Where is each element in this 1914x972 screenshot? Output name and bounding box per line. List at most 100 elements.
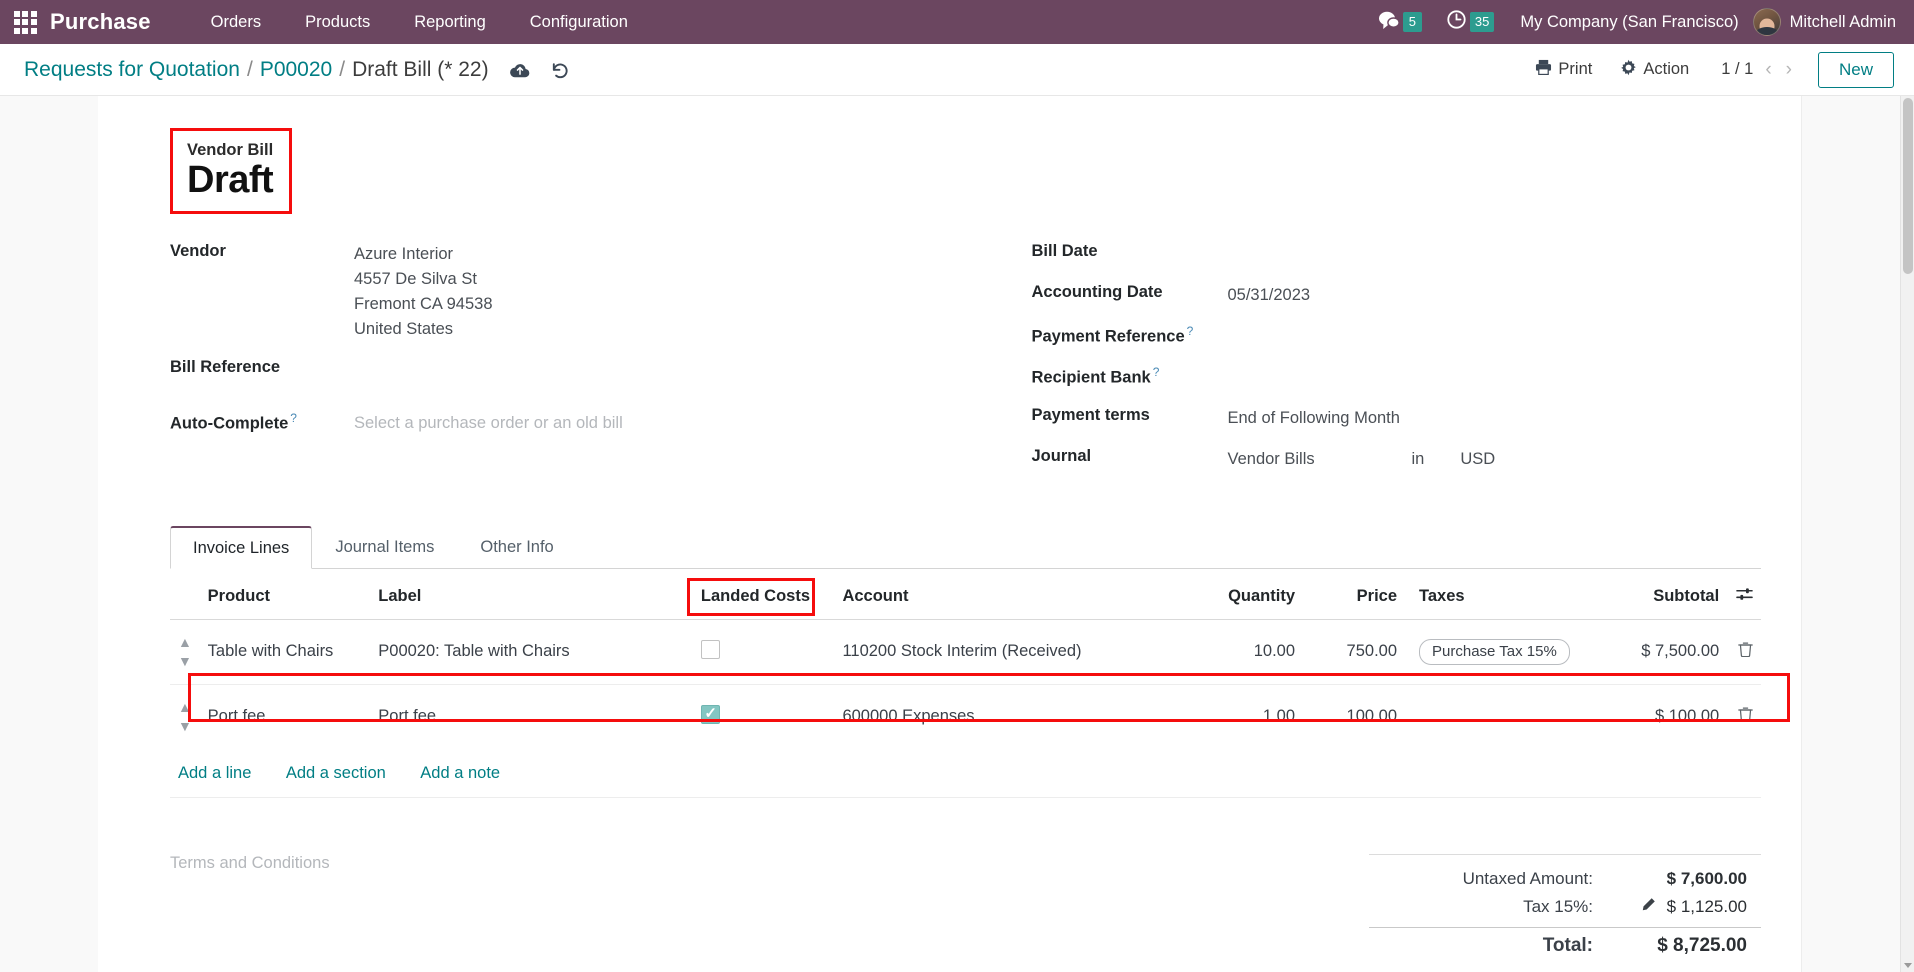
table-row[interactable]: ▲▼ Port fee Port fee 600000 Expenses 1.0… — [170, 684, 1761, 749]
menu-item-orders[interactable]: Orders — [189, 7, 283, 38]
tab-journal-items[interactable]: Journal Items — [312, 526, 457, 569]
scroll-down-arrow-icon[interactable] — [1904, 963, 1912, 968]
messages-count-badge: 5 — [1402, 12, 1422, 32]
form-column-left: Vendor Azure Interior 4557 De Silva St F… — [170, 240, 966, 486]
col-subtotal[interactable]: Subtotal — [1633, 572, 1728, 620]
payment-terms-input[interactable]: End of Following Month — [1228, 404, 1400, 432]
help-icon[interactable]: ? — [290, 411, 297, 425]
record-sheet: Vendor Bill Draft Vendor Azure Interior … — [98, 96, 1802, 972]
row-delete[interactable] — [1727, 684, 1761, 749]
field-payment-reference: Payment Reference? — [1032, 322, 1762, 363]
app-brand-purchase[interactable]: Purchase — [50, 9, 151, 35]
col-taxes[interactable]: Taxes — [1405, 572, 1634, 620]
chevron-left-icon[interactable]: ‹ — [1763, 59, 1773, 81]
row-label[interactable]: P00020: Table with Chairs — [370, 619, 693, 685]
menu-item-configuration[interactable]: Configuration — [508, 7, 650, 38]
tab-other-info[interactable]: Other Info — [457, 526, 576, 569]
new-button[interactable]: New — [1817, 51, 1894, 88]
company-switcher[interactable]: My Company (San Francisco) — [1506, 13, 1752, 32]
col-quantity[interactable]: Quantity — [1179, 572, 1304, 620]
apps-grid-icon[interactable] — [12, 9, 38, 35]
landed-costs-checkbox[interactable] — [700, 639, 720, 659]
row-product[interactable]: Port fee — [200, 684, 371, 749]
user-menu[interactable]: Mitchell Admin — [1752, 8, 1904, 36]
col-account[interactable]: Account — [834, 572, 1180, 620]
tax-tag[interactable]: Purchase Tax 15% — [1419, 638, 1570, 665]
row-price[interactable]: 750.00 — [1303, 619, 1406, 685]
col-handle — [170, 572, 200, 620]
help-icon[interactable]: ? — [1187, 324, 1194, 338]
action-button[interactable]: Action — [1606, 53, 1703, 87]
column-options-icon[interactable] — [1736, 588, 1753, 606]
trash-icon[interactable] — [1738, 642, 1753, 661]
page-background: Vendor Bill Draft Vendor Azure Interior … — [0, 96, 1914, 972]
vendor-value[interactable]: Azure Interior 4557 De Silva St Fremont … — [354, 240, 493, 342]
row-product[interactable]: Table with Chairs — [199, 619, 371, 685]
breadcrumb-parent-link[interactable]: P00020 — [260, 58, 332, 82]
activities-menu[interactable]: 35 — [1434, 9, 1506, 35]
col-label[interactable]: Label — [370, 572, 693, 620]
add-a-note-link[interactable]: Add a note — [420, 764, 500, 782]
col-product[interactable]: Product — [199, 572, 371, 620]
add-a-line-link[interactable]: Add a line — [178, 764, 251, 782]
terms-and-conditions[interactable]: Terms and Conditions — [170, 854, 1369, 961]
trash-icon[interactable] — [1738, 707, 1753, 726]
accounting-date-input[interactable]: 05/31/2023 — [1228, 281, 1311, 309]
drag-handle-icon[interactable]: ▲ ▼ — [170, 684, 200, 749]
control-panel-actions: Print Action 1 / 1 ‹ › New — [1521, 51, 1894, 88]
auto-complete-input[interactable]: Select a purchase order or an old bill — [354, 409, 623, 437]
messages-menu[interactable]: 5 — [1366, 10, 1434, 35]
col-landed-costs-text: Landed Costs — [700, 587, 811, 606]
pencil-icon[interactable] — [1641, 898, 1660, 915]
row-landed-costs[interactable] — [693, 684, 835, 749]
payment-reference-label-text: Payment Reference — [1031, 327, 1185, 346]
row-taxes[interactable] — [1405, 684, 1633, 749]
avatar — [1752, 8, 1781, 36]
tax-value: $ 1,125.00 — [1666, 896, 1747, 916]
untaxed-amount-value: $ 7,600.00 — [1666, 868, 1747, 888]
menu-item-reporting[interactable]: Reporting — [392, 7, 508, 38]
scrollbar-thumb[interactable] — [1903, 98, 1913, 274]
row-landed-costs[interactable] — [692, 619, 835, 685]
menu-item-products[interactable]: Products — [283, 7, 392, 38]
table-row[interactable]: ▲ ▼ Table with Chairs P00020: Table with … — [170, 619, 1761, 685]
chevron-right-icon[interactable]: › — [1784, 59, 1794, 81]
status-badge-label: Vendor Bill — [187, 141, 274, 159]
breadcrumb-root-link[interactable]: Requests for Quotation — [24, 58, 240, 82]
row-account[interactable]: 600000 Expenses — [834, 684, 1179, 749]
row-delete[interactable] — [1727, 619, 1761, 685]
clock-icon — [1446, 9, 1467, 35]
notebook-tabs: Invoice Lines Journal Items Other Info — [170, 525, 1761, 569]
form-fields: Vendor Azure Interior 4557 De Silva St F… — [138, 240, 1761, 486]
print-button[interactable]: Print — [1521, 53, 1606, 86]
invoice-lines-header: Product Label Landed Costs Account Quant… — [170, 572, 1761, 620]
vertical-scrollbar[interactable] — [1900, 96, 1914, 972]
journal-value-wrap: Vendor Bills in USD — [1228, 445, 1496, 473]
invoice-lines-body: ▲ ▼ Table with Chairs P00020: Table with … — [170, 619, 1761, 749]
journal-currency[interactable]: USD — [1460, 447, 1495, 473]
chat-bubble-icon — [1378, 10, 1400, 35]
landed-costs-checkbox[interactable] — [700, 704, 720, 724]
record-save-discard — [509, 60, 571, 80]
row-quantity[interactable]: 1.00 — [1179, 684, 1303, 749]
tab-invoice-lines[interactable]: Invoice Lines — [170, 525, 313, 569]
breadcrumb-current-record: Draft Bill (* 22) — [352, 57, 489, 81]
row-price[interactable]: 100.00 — [1303, 684, 1405, 749]
row-label[interactable]: Port fee — [370, 684, 693, 749]
journal-input[interactable]: Vendor Bills — [1228, 447, 1376, 473]
drag-handle-icon[interactable]: ▲ ▼ — [170, 619, 200, 685]
recipient-bank-label: Recipient Bank? — [1032, 363, 1228, 388]
col-options[interactable] — [1727, 572, 1761, 620]
col-landed-costs[interactable]: Landed Costs — [686, 572, 835, 620]
recipient-bank-label-text: Recipient Bank — [1031, 368, 1151, 387]
row-quantity[interactable]: 10.00 — [1179, 619, 1304, 685]
invoice-lines-table: Product Label Landed Costs Account Quant… — [170, 572, 1761, 749]
total-row-total: Total: $ 8,725.00 — [1369, 926, 1761, 961]
row-account[interactable]: 110200 Stock Interim (Received) — [834, 619, 1180, 685]
col-price[interactable]: Price — [1303, 572, 1406, 620]
help-icon[interactable]: ? — [1153, 365, 1160, 379]
add-a-section-link[interactable]: Add a section — [286, 764, 386, 782]
row-taxes[interactable]: Purchase Tax 15% — [1405, 619, 1634, 685]
cloud-upload-icon[interactable] — [509, 61, 531, 79]
undo-icon[interactable] — [549, 60, 571, 80]
